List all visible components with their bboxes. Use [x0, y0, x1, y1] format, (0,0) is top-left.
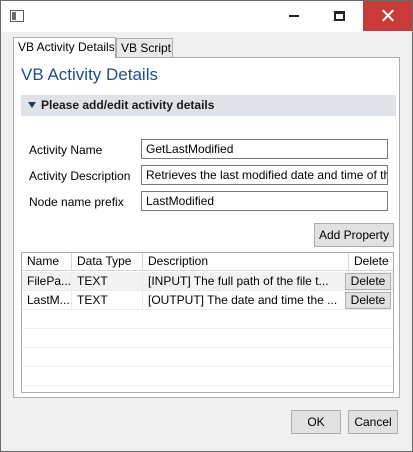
collapse-triangle-icon[interactable]	[28, 102, 36, 108]
tab-panel: VB Activity Details Please add/edit acti…	[13, 57, 400, 398]
section-header[interactable]: Please add/edit activity details	[21, 95, 396, 116]
table-row[interactable]: FilePa... TEXT [INPUT] The full path of …	[22, 272, 393, 291]
row-type-cell[interactable]: TEXT	[72, 291, 143, 310]
activity-name-label: Activity Name	[29, 143, 103, 157]
title-bar	[1, 1, 412, 32]
empty-row	[22, 310, 393, 329]
activity-description-label: Activity Description	[29, 169, 131, 183]
table-row[interactable]: LastM... TEXT [OUTPUT] The date and time…	[22, 291, 393, 310]
activity-name-input[interactable]: GetLastModified	[141, 139, 388, 159]
node-prefix-label: Node name prefix	[29, 195, 124, 209]
tab-vb-activity-details[interactable]: VB Activity Details	[13, 37, 116, 58]
close-icon	[381, 9, 394, 22]
close-button[interactable]	[363, 1, 412, 31]
column-header-name[interactable]: Name	[22, 253, 72, 271]
cancel-button[interactable]: Cancel	[348, 410, 398, 434]
properties-table: Name Data Type Description Delete FilePa…	[21, 252, 394, 393]
maximize-icon	[334, 11, 345, 21]
tab-vb-script[interactable]: VB Script	[116, 38, 173, 57]
app-window-icon	[10, 10, 24, 22]
row-name-cell[interactable]: FilePa...	[22, 272, 72, 291]
column-header-description[interactable]: Description	[143, 253, 349, 271]
minimize-button[interactable]	[271, 1, 317, 31]
node-prefix-input[interactable]: LastModified	[141, 191, 388, 211]
activity-description-input[interactable]: Retrieves the last modified date and tim…	[141, 165, 388, 185]
maximize-button[interactable]	[317, 1, 363, 31]
dialog-window: VB Activity Details VB Script VB Activit…	[0, 0, 413, 452]
page-title: VB Activity Details	[21, 65, 158, 84]
row-type-cell[interactable]: TEXT	[72, 272, 143, 291]
row-description-cell[interactable]: [INPUT] The full path of the file t...	[143, 272, 349, 291]
section-title: Please add/edit activity details	[41, 98, 215, 112]
minimize-icon	[289, 15, 299, 17]
empty-row	[22, 329, 393, 348]
column-header-data-type[interactable]: Data Type	[72, 253, 143, 271]
add-property-button[interactable]: Add Property	[314, 223, 394, 247]
row-name-cell[interactable]: LastM...	[22, 291, 72, 310]
empty-row	[22, 348, 393, 367]
table-header: Name Data Type Description Delete	[22, 253, 393, 271]
delete-row-button[interactable]: Delete	[345, 292, 391, 309]
column-header-delete: Delete	[354, 254, 389, 268]
delete-row-button[interactable]: Delete	[345, 273, 391, 290]
empty-row	[22, 367, 393, 386]
ok-button[interactable]: OK	[291, 410, 341, 434]
row-description-cell[interactable]: [OUTPUT] The date and time the ...	[143, 291, 349, 310]
